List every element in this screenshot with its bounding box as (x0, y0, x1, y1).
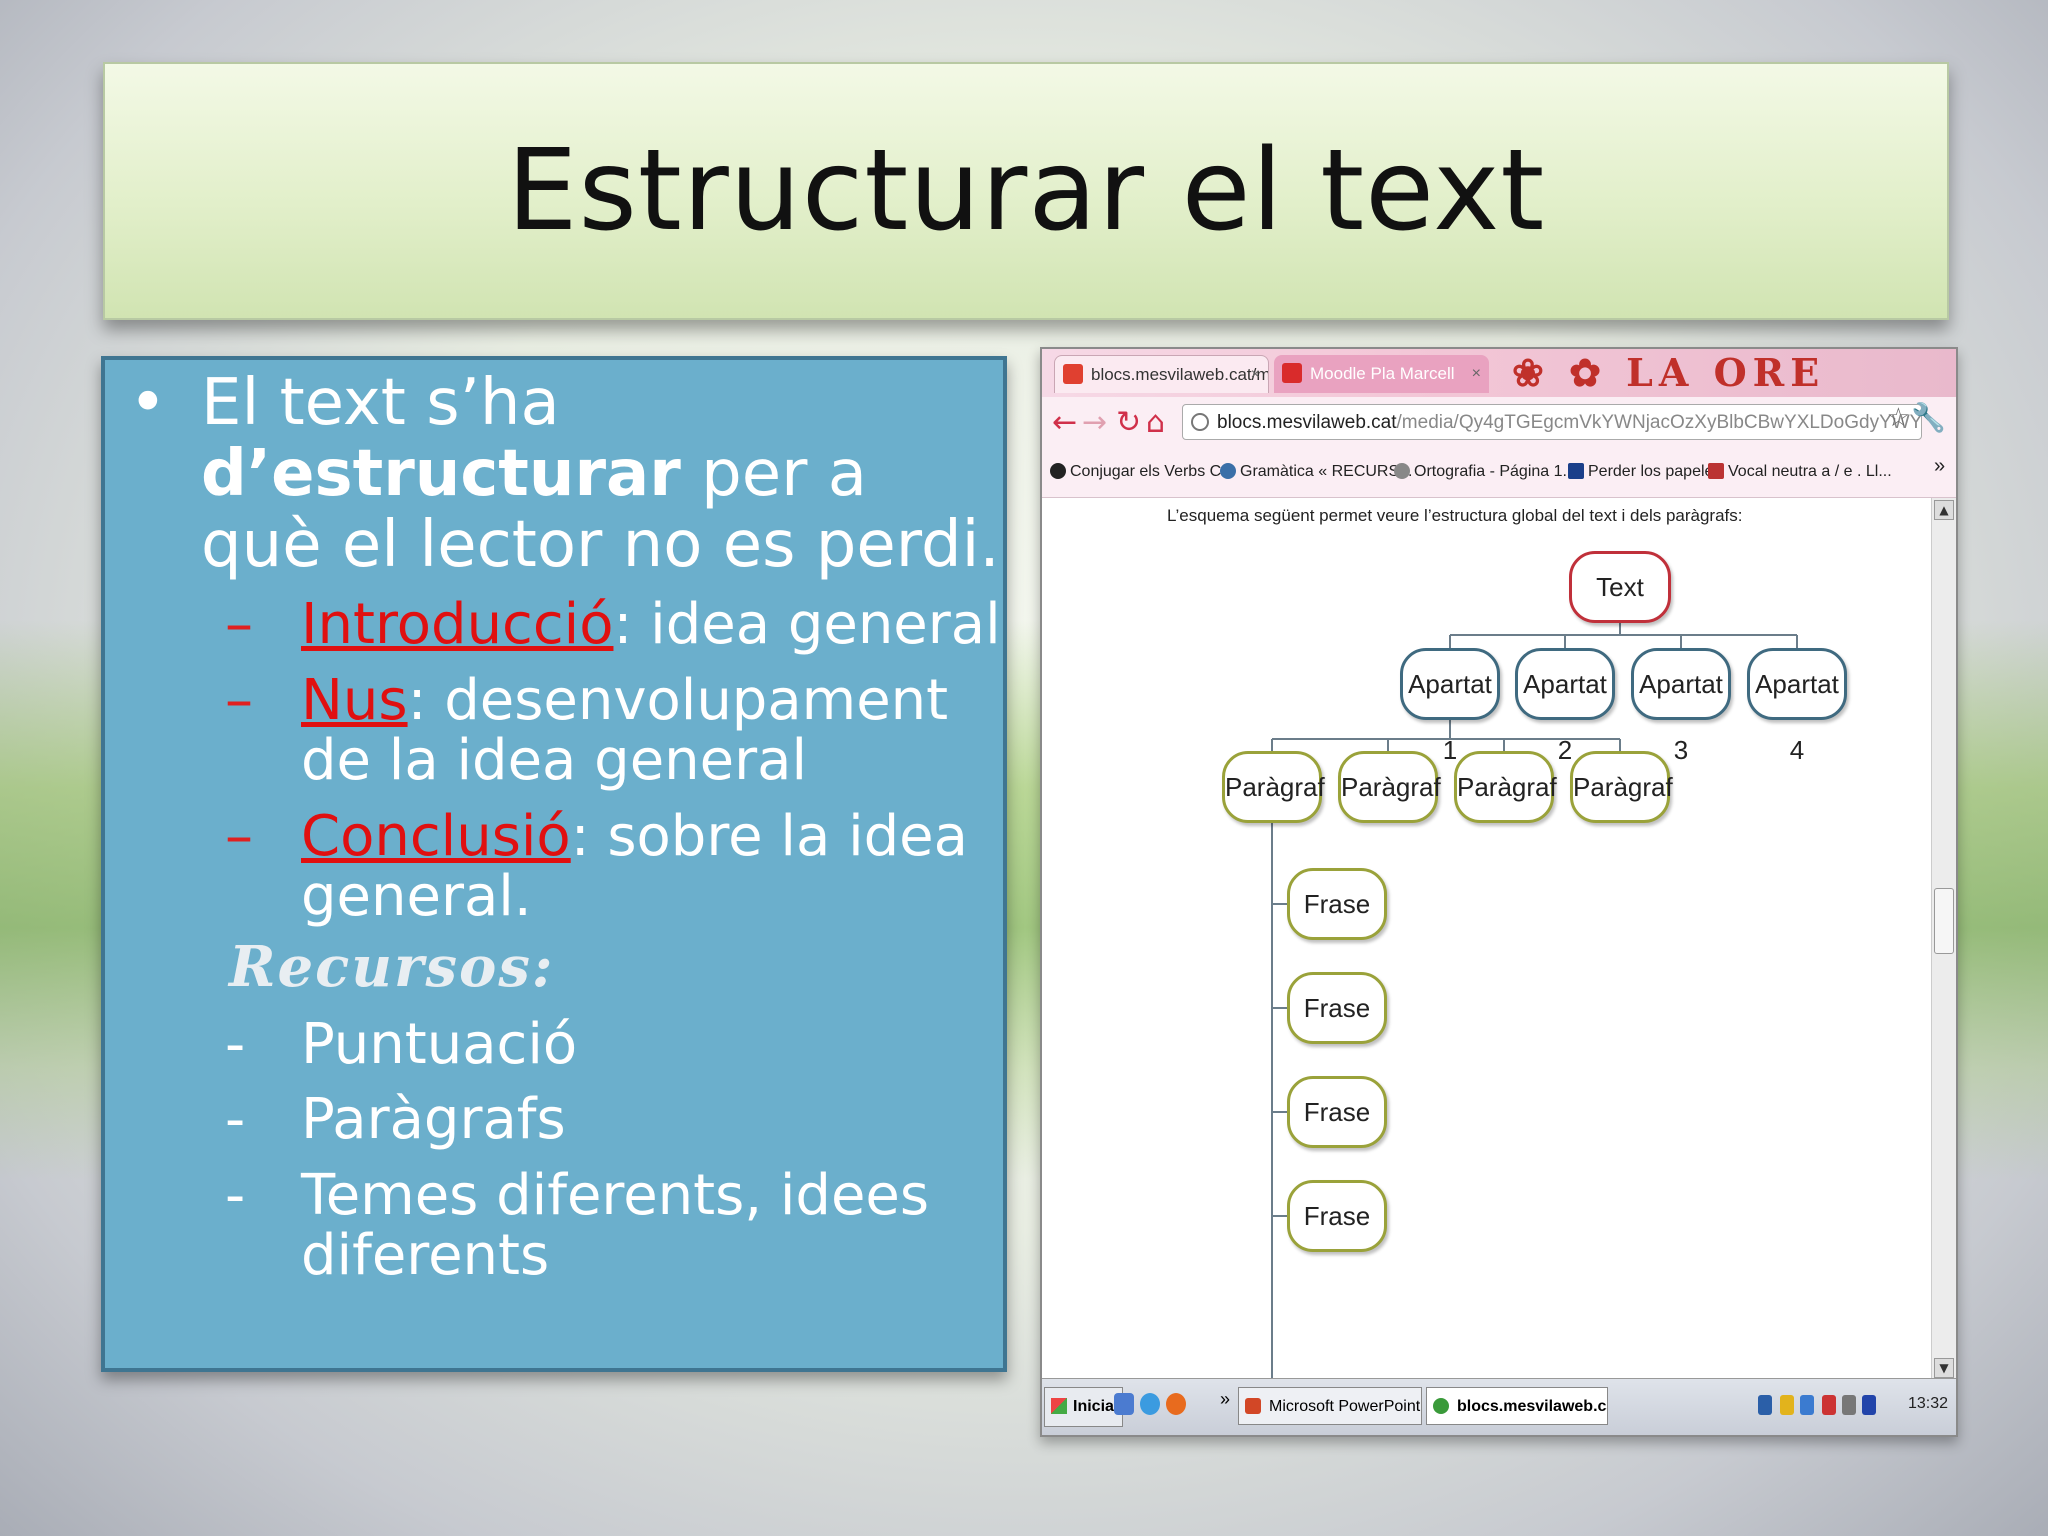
diagram-node-root: Text (1569, 551, 1671, 623)
wrench-icon[interactable]: 🔧 (1911, 401, 1946, 434)
diagram-node-paragraf: Paràgraf (1454, 751, 1557, 823)
scrollbar-thumb[interactable] (1934, 888, 1954, 954)
bookmark-item[interactable]: Ortografia - Página 1... (1394, 463, 1576, 481)
slide-title-box: Estructurar el text (103, 62, 1949, 320)
network-icon[interactable] (1800, 1395, 1814, 1415)
theme-decoration: ❀ ✿ LA ORE (1512, 350, 1826, 395)
shield-icon[interactable] (1780, 1395, 1794, 1415)
diagram-node-frase: Frase (1287, 1076, 1387, 1148)
home-icon[interactable]: ⌂ (1146, 405, 1165, 440)
browser-toolbar: ← → ↻ ⌂ blocs.mesvilaweb.cat/media/Qy4gT… (1042, 397, 1956, 449)
tray-icon[interactable] (1842, 1395, 1856, 1415)
clock: 13:32 (1907, 1395, 1948, 1412)
tab-close-icon[interactable]: × (1472, 355, 1481, 393)
back-arrow-icon[interactable]: ← (1052, 405, 1077, 440)
bookmark-item[interactable]: Perder los papeles (1568, 463, 1721, 481)
taskbar-overflow-button[interactable]: » (1220, 1389, 1230, 1410)
link-introduccio[interactable]: Introducció (301, 592, 613, 657)
diagram-node-paragraf: Paràgraf (1222, 751, 1325, 823)
diagram-node-paragraf: Paràgraf (1570, 751, 1673, 823)
diagram-node-frase: Frase (1287, 972, 1387, 1044)
bookmark-icon (1050, 463, 1066, 479)
bold-term: d’estructurar (201, 437, 681, 511)
diagram-node-apartat: Apartat 1 (1400, 648, 1500, 765)
browser-tabbar: blocs.mesvilaweb.cat/media/Q × Moodle Pl… (1042, 349, 1956, 397)
forward-arrow-icon[interactable]: → (1082, 405, 1107, 440)
content-panel: • El text s’ha d’estructurar per a què e… (101, 356, 1007, 1372)
address-bar[interactable]: blocs.mesvilaweb.cat/media/Qy4gTGEgcmVkY… (1182, 404, 1922, 440)
tab-close-icon[interactable]: × (1251, 356, 1260, 393)
link-nus[interactable]: Nus (301, 668, 408, 733)
moodle-icon (1282, 363, 1302, 383)
bookmark-favicon-icon (1063, 364, 1083, 384)
page-scrollbar[interactable]: ▲ ▼ (1931, 498, 1956, 1380)
quicklaunch-icon[interactable] (1114, 1393, 1134, 1415)
windows-taskbar: Inicia » Microsoft PowerPoint - [L... bl… (1042, 1378, 1956, 1435)
browser-tab-moodle[interactable]: Moodle Pla Marcell × (1274, 355, 1489, 393)
ie-icon[interactable] (1140, 1393, 1160, 1415)
main-bullet-text: El text s’ha d’estructurar per a què el … (201, 366, 1000, 582)
bookmark-item[interactable]: Gramàtica « RECURS... (1220, 463, 1412, 481)
volume-muted-icon[interactable] (1822, 1395, 1836, 1415)
diagram-node-frase: Frase (1287, 868, 1387, 940)
language-indicator-icon[interactable] (1758, 1395, 1772, 1415)
link-conclusio[interactable]: Conclusió (301, 804, 571, 869)
bookmarks-overflow-button[interactable]: » (1934, 455, 1945, 478)
reload-icon[interactable]: ↻ (1116, 405, 1141, 440)
start-button[interactable]: Inicia (1044, 1387, 1123, 1427)
bookmark-icon (1568, 463, 1584, 479)
recursos-heading: Recursos: (229, 934, 555, 1000)
diagram-node-frase: Frase (1287, 1180, 1387, 1252)
bookmark-icon (1394, 463, 1410, 479)
bookmarks-bar: Conjugar els Verbs C... Gramàtica « RECU… (1042, 449, 1956, 498)
scroll-up-arrow-icon[interactable]: ▲ (1934, 500, 1954, 520)
diagram-node-apartat: Apartat 2 (1515, 648, 1615, 765)
browser-screenshot: blocs.mesvilaweb.cat/media/Q × Moodle Pl… (1040, 347, 1958, 1437)
firefox-icon[interactable] (1166, 1393, 1186, 1415)
gencat-icon (1708, 463, 1724, 479)
diagram-node-apartat: Apartat 4 (1747, 648, 1847, 765)
powerpoint-icon (1245, 1398, 1261, 1414)
windows-logo-icon (1051, 1398, 1067, 1414)
globe-icon (1191, 413, 1209, 431)
diagram-connectors (1271, 621, 1798, 1380)
diagram-node-apartat: Apartat 3 (1631, 648, 1731, 765)
bookmark-item[interactable]: Conjugar els Verbs C... (1050, 463, 1235, 481)
bookmark-item[interactable]: Vocal neutra a / e . Ll... (1708, 463, 1892, 481)
diagram-node-paragraf: Paràgraf (1338, 751, 1441, 823)
browser-tab-blocs[interactable]: blocs.mesvilaweb.cat/media/Q × (1054, 355, 1269, 393)
web-page-content: L’esquema següent permet veure l’estruct… (1042, 498, 1934, 1380)
bullet-dot: • (129, 366, 167, 440)
slide-title: Estructurar el text (506, 126, 1546, 256)
scroll-down-arrow-icon[interactable]: ▼ (1934, 1358, 1954, 1378)
bluetooth-icon[interactable] (1862, 1395, 1876, 1415)
bookmark-star-icon[interactable]: ☆ (1887, 403, 1910, 433)
chrome-icon (1433, 1398, 1449, 1414)
task-powerpoint[interactable]: Microsoft PowerPoint - [L... (1238, 1387, 1422, 1425)
wordpress-icon (1220, 463, 1236, 479)
task-chrome[interactable]: blocs.mesvilaweb.cat... (1426, 1387, 1608, 1425)
